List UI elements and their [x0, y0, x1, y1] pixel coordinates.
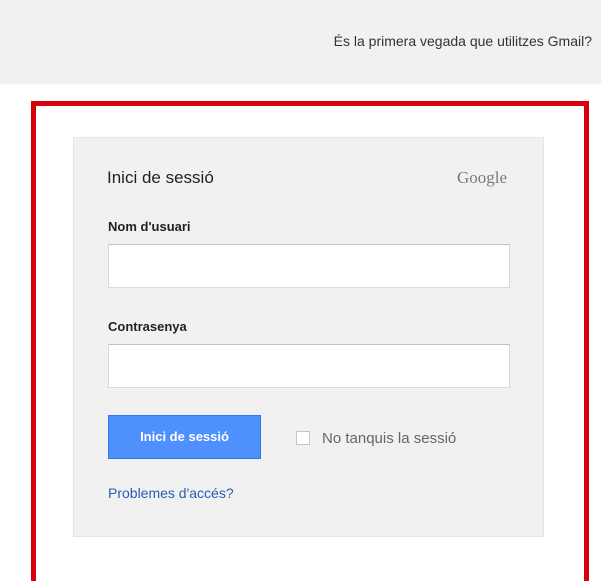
trouble-signing-in-link[interactable]: Problemes d'accés?	[108, 485, 234, 501]
stay-signed-in-option[interactable]: No tanquis la sessió	[296, 428, 456, 448]
signin-button[interactable]: Inici de sessió	[108, 415, 261, 459]
stay-signed-in-label[interactable]: No tanquis la sessió	[322, 430, 456, 447]
signin-box: Inici de sessió Google Nom d'usuari Cont…	[73, 137, 544, 537]
username-input[interactable]	[108, 244, 510, 288]
stay-signed-in-checkbox[interactable]	[296, 431, 310, 445]
username-label: Nom d'usuari	[108, 219, 191, 234]
google-logo: Google	[456, 168, 507, 187]
signin-title: Inici de sessió	[107, 168, 214, 187]
first-time-gmail-link[interactable]: És la primera vegada que utilitzes Gmail…	[334, 33, 592, 49]
password-input[interactable]	[108, 344, 510, 388]
top-bar: És la primera vegada que utilitzes Gmail…	[0, 0, 601, 84]
password-label: Contrasenya	[108, 319, 187, 334]
